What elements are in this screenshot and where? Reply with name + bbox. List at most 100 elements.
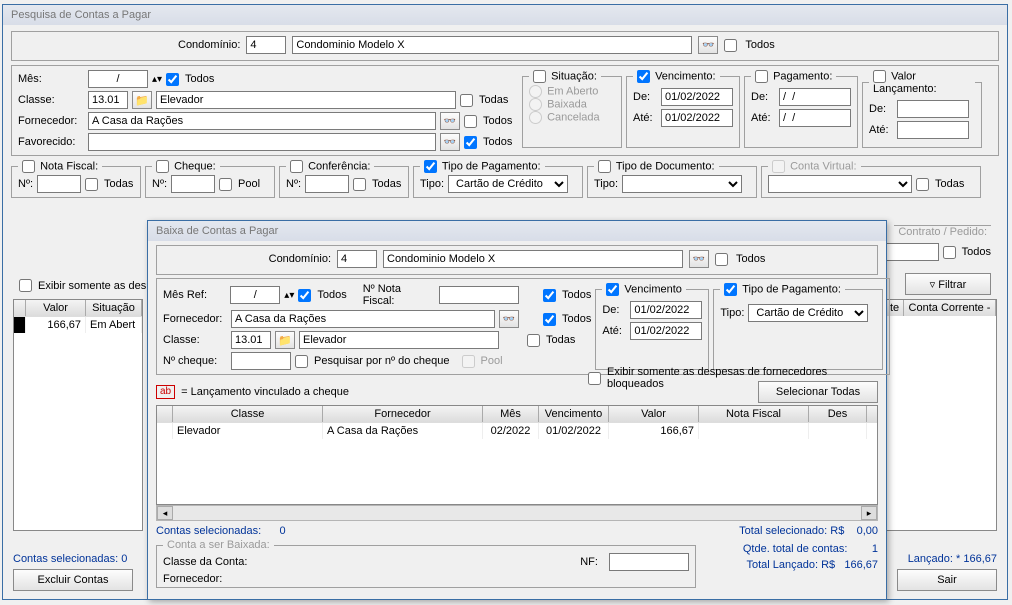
scroll-right-icon[interactable]: ▸ xyxy=(861,506,877,520)
baixa-exibir-bloq[interactable] xyxy=(588,372,601,385)
mes-label: Mês: xyxy=(18,73,84,85)
baixa-grid-scrollbar[interactable]: ◂ ▸ xyxy=(156,505,878,521)
favorecido-label: Favorecido: xyxy=(18,136,84,148)
baixa-footer: Contas selecionadas: 0 Conta a ser Baixa… xyxy=(156,525,878,588)
nf-fieldset: Nota Fiscal: Nº: Todas xyxy=(11,160,141,198)
cheque-check[interactable] xyxy=(156,160,169,173)
funnel-icon: ▿ xyxy=(930,279,936,291)
tipo-pag-check[interactable] xyxy=(424,160,437,173)
cond-name-input[interactable] xyxy=(292,36,692,54)
excluir-contas-button[interactable]: Excluir Contas xyxy=(13,569,133,591)
baixa-classe-name[interactable] xyxy=(299,331,499,349)
baixa-cond-num[interactable] xyxy=(337,250,377,268)
tipo-doc-check[interactable] xyxy=(598,160,611,173)
tipo-doc-select[interactable] xyxy=(622,175,742,193)
conferencia-check[interactable] xyxy=(290,160,303,173)
baixa-cond-todos[interactable] xyxy=(715,253,728,266)
binoculars-icon[interactable]: 👓 xyxy=(499,310,519,328)
mes-spinner-icon[interactable]: ▴▾ xyxy=(152,74,162,85)
situacao-check[interactable] xyxy=(533,70,546,83)
binoculars-icon[interactable]: 👓 xyxy=(440,133,460,151)
baixa-cheque-input[interactable] xyxy=(231,352,291,370)
venc-de-input[interactable] xyxy=(661,88,733,106)
baixa-forn-todos[interactable] xyxy=(543,313,556,326)
situacao-legend: Situação: xyxy=(551,70,597,82)
conta-virtual-todas-check[interactable] xyxy=(916,178,929,191)
nf-check[interactable] xyxy=(22,160,35,173)
contrato-input[interactable] xyxy=(879,243,939,261)
vl-ate-input[interactable] xyxy=(897,121,969,139)
baixa-grid[interactable]: Classe Fornecedor Mês Vencimento Valor N… xyxy=(156,405,878,505)
conta-virtual-select[interactable] xyxy=(768,175,912,193)
cheque-input[interactable] xyxy=(171,175,215,193)
tipo-pag-fieldset: Tipo de Pagamento: Tipo: Cartão de Crédi… xyxy=(413,160,583,198)
baixa-tipo-pag-select[interactable]: Cartão de Crédito xyxy=(748,304,868,322)
fornecedor-label: Fornecedor: xyxy=(18,115,84,127)
baixa-classe-num[interactable] xyxy=(231,331,271,349)
baixa-fornecedor-input[interactable] xyxy=(231,310,495,328)
pagamento-fieldset: Pagamento: De: Até: xyxy=(744,70,858,148)
mes-spinner-icon[interactable]: ▴▾ xyxy=(284,290,294,301)
tipo-pag-select[interactable]: Cartão de Crédito xyxy=(448,175,568,193)
classe-num-input[interactable] xyxy=(88,91,128,109)
main-titlebar: Pesquisa de Contas a Pagar xyxy=(3,5,1007,25)
baixa-nf-input[interactable] xyxy=(439,286,519,304)
pag-de-input[interactable] xyxy=(779,88,851,106)
nf-input[interactable] xyxy=(37,175,81,193)
legend-icon: ab xyxy=(156,385,175,399)
baixa-venc-check[interactable] xyxy=(606,283,619,296)
baixa-venc-ate[interactable] xyxy=(630,322,702,340)
folder-icon[interactable]: 📁 xyxy=(275,331,295,349)
baixa-titlebar: Baixa de Contas a Pagar xyxy=(148,221,886,241)
baixa-nf-todos[interactable] xyxy=(543,289,556,302)
conf-todas-check[interactable] xyxy=(353,178,366,191)
vl-de-input[interactable] xyxy=(897,100,969,118)
baixa-pesq-cheque[interactable] xyxy=(295,355,308,368)
nf-todas-check[interactable] xyxy=(85,178,98,191)
pag-ate-input[interactable] xyxy=(779,109,851,127)
conf-input[interactable] xyxy=(305,175,349,193)
mes-todos-check[interactable] xyxy=(166,73,179,86)
vencimento-check[interactable] xyxy=(637,70,650,83)
cond-num-input[interactable] xyxy=(246,36,286,54)
baixa-cond-name[interactable] xyxy=(383,250,683,268)
favorecido-todos-check[interactable] xyxy=(464,136,477,149)
filtrar-button[interactable]: ▿ Filtrar xyxy=(905,273,991,295)
scroll-left-icon[interactable]: ◂ xyxy=(157,506,173,520)
valor-lanc-check[interactable] xyxy=(873,70,886,83)
pagamento-check[interactable] xyxy=(755,70,768,83)
classe-name-input[interactable] xyxy=(156,91,456,109)
cond-todos-check[interactable] xyxy=(724,39,737,52)
fornecedor-input[interactable] xyxy=(88,112,436,130)
baixa-classe-todas[interactable] xyxy=(527,334,540,347)
filter-row2: Nota Fiscal: Nº: Todas Cheque: Nº: Pool … xyxy=(11,160,999,198)
baixa-venc-de[interactable] xyxy=(630,301,702,319)
binoculars-icon[interactable]: 👓 xyxy=(698,36,718,54)
contrato-todos-check[interactable] xyxy=(943,246,956,259)
baixa-tipo-pag-check[interactable] xyxy=(724,283,737,296)
sair-button[interactable]: Sair xyxy=(897,569,997,591)
lancado-text: Lançado: * 166,67 xyxy=(908,553,997,565)
binoculars-icon[interactable]: 👓 xyxy=(440,112,460,130)
cond-label: Condomínio: xyxy=(178,39,240,51)
venc-ate-input[interactable] xyxy=(661,109,733,127)
situacao-em-aberto-radio xyxy=(529,85,542,98)
baixa-cond-fieldset: Condomínio: 👓 Todos xyxy=(156,245,878,275)
folder-icon[interactable]: 📁 xyxy=(132,91,152,109)
baixa-nf-footer-input[interactable] xyxy=(609,553,689,571)
cheque-pool-check[interactable] xyxy=(219,178,232,191)
baixa-mes-todos[interactable] xyxy=(298,289,311,302)
binoculars-icon[interactable]: 👓 xyxy=(689,250,709,268)
favorecido-input[interactable] xyxy=(88,133,436,151)
baixa-filter-fieldset: Mês Ref: ▴▾ Todos Nº Nota Fiscal: Todos … xyxy=(156,278,890,375)
mes-input[interactable] xyxy=(88,70,148,88)
baixa-window: Baixa de Contas a Pagar Condomínio: 👓 To… xyxy=(147,220,887,600)
filter-left: Mês: ▴▾ Todos Classe: 📁 Todas Fornecedor… xyxy=(18,70,518,151)
baixa-mes-input[interactable] xyxy=(230,286,280,304)
main-grid-left: Valor Situação 166,67 Em Abert xyxy=(13,299,143,531)
main-bottom-right: Lançado: * 166,67 Sair xyxy=(897,553,997,591)
fornecedor-todos-check[interactable] xyxy=(464,115,477,128)
classe-todas-check[interactable] xyxy=(460,94,473,107)
table-row[interactable]: Elevador A Casa da Rações 02/2022 01/02/… xyxy=(157,422,877,439)
exibir-check[interactable] xyxy=(19,279,32,292)
